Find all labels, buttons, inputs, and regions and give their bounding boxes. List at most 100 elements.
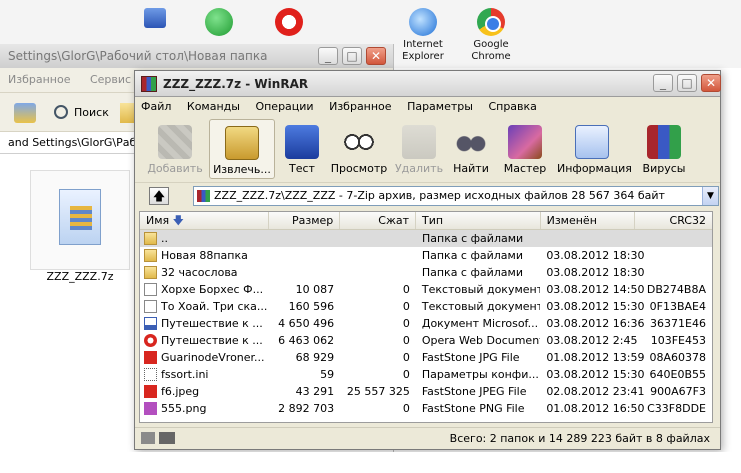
extract-button[interactable]: Извлечь...: [209, 119, 275, 179]
up-folder-button[interactable]: 🡅: [149, 187, 169, 205]
search-button[interactable]: Поиск: [52, 101, 109, 125]
desktop-icon-opera[interactable]: [252, 8, 326, 36]
winrar-window: ZZZ_ZZZ.7z - WinRAR _ □ ✕ Файл Команды О…: [134, 70, 721, 450]
cell-type: Текстовый документ: [421, 300, 541, 313]
extract-icon: [225, 126, 259, 160]
table-row[interactable]: Путешествие к ... 6 463 062 0 Opera Web Doc…: [140, 332, 712, 349]
tool-label: Добавить: [147, 162, 203, 175]
close-button[interactable]: ✕: [366, 47, 386, 65]
close-button[interactable]: ✕: [701, 74, 721, 92]
info-button[interactable]: Информация: [557, 119, 632, 179]
cell-packed: 0: [402, 351, 410, 364]
menu-item-commands[interactable]: Команды: [187, 97, 240, 117]
wizard-button[interactable]: Мастер: [503, 119, 547, 179]
tool-label: Найти: [453, 162, 489, 175]
test-button[interactable]: Тест: [279, 119, 325, 179]
cell-size: 43 291: [295, 385, 335, 398]
virus-scan-button[interactable]: Вирусы: [641, 119, 687, 179]
status-text: Всего: 2 папок и 14 289 223 байт в 8 фай…: [449, 432, 710, 445]
menu-item-options[interactable]: Параметры: [407, 97, 473, 117]
opera-file-icon: [144, 334, 157, 347]
ini-file-icon: [144, 368, 157, 381]
tool-label: Информация: [557, 162, 632, 175]
add-button[interactable]: Добавить: [145, 119, 205, 179]
cell-crc: DB274B8A: [646, 283, 706, 296]
tool-label: Мастер: [503, 162, 547, 175]
column-header-name[interactable]: Имя 🡇: [140, 212, 269, 229]
folders-icon[interactable]: [120, 103, 134, 123]
minimize-button[interactable]: _: [318, 47, 338, 65]
column-header-size[interactable]: Размер: [269, 212, 341, 229]
search-icon: [54, 105, 68, 119]
cell-modified: 03.08.2012 18:30: [546, 266, 645, 279]
desktop-icon-monitor[interactable]: [118, 8, 192, 28]
drive-key-icon[interactable]: [141, 432, 175, 444]
table-row[interactable]: То Хоай. Три ска... 160 596 0 Текстовый док…: [140, 298, 712, 315]
table-row[interactable]: f6.jpeg 43 291 25 557 325 FastStone JPEG Fi…: [140, 383, 712, 400]
cell-crc: 08A60378: [649, 351, 706, 364]
cell-modified: 03.08.2012 15:30: [546, 368, 645, 381]
tool-label: Извлечь...: [213, 163, 271, 176]
column-header-crc[interactable]: CRC32: [635, 212, 712, 229]
jpg-file-icon: [144, 351, 157, 364]
table-row[interactable]: Хорхе Борхес Ф... 10 087 0 Текстовый докуме…: [140, 281, 712, 298]
desktop-icon-network[interactable]: [182, 8, 256, 36]
cell-modified: 03.08.2012 14:50: [546, 283, 645, 296]
cell-packed: 0: [402, 334, 410, 347]
winrar-toolbar: Добавить Извлечь... Тест Просмотр Удалит…: [135, 117, 720, 183]
menu-item-file[interactable]: Файл: [141, 97, 171, 117]
delete-icon: [402, 125, 436, 159]
folder-icon: [144, 232, 157, 245]
table-row[interactable]: Новая 88папка Папка с файлами 03.08.2012 1…: [140, 247, 712, 264]
table-row[interactable]: Путешествие к ... 4 650 496 0 Документ Micr…: [140, 315, 712, 332]
cell-crc: 640E0B55: [649, 368, 707, 381]
cell-name-text: 32 часословa: [161, 266, 238, 279]
column-header-type[interactable]: Тип: [416, 212, 541, 229]
path-dropdown[interactable]: ZZZ_ZZZ.7z\ZZZ_ZZZ - 7-Zip архив, размер…: [193, 186, 719, 206]
cell-size: [269, 230, 341, 247]
cell-packed: 0: [402, 300, 410, 313]
menu-item-help[interactable]: Справка: [488, 97, 536, 117]
menu-item-favorites[interactable]: Избранное: [329, 97, 391, 117]
cell-name-text: fssort.ini: [161, 368, 209, 381]
cell-name-text: 555.png: [161, 402, 207, 415]
table-row[interactable]: GuarinodeVroner... 68 929 0 FastStone JPG F…: [140, 349, 712, 366]
delete-button[interactable]: Удалить: [393, 119, 445, 179]
tool-label: Вирусы: [642, 162, 686, 175]
cell-name-text: Путешествие к ...: [161, 334, 263, 347]
view-button[interactable]: Просмотр: [329, 119, 389, 179]
file-list-header: Имя 🡇 Размер Сжат Тип Изменён CRC32: [140, 212, 712, 230]
cell-crc: C33F8DDE: [647, 402, 706, 415]
desktop-icon-chrome[interactable]: Google Chrome: [454, 8, 528, 63]
cell-name-text: ..: [161, 232, 168, 245]
desktop-icon-ie[interactable]: Internet Explorer: [386, 8, 460, 63]
table-row[interactable]: 32 часословa Папка с файлами 03.08.2012 18…: [140, 264, 712, 281]
winrar-menu-bar: Файл Команды Операции Избранное Параметр…: [135, 97, 720, 117]
file-thumbnail[interactable]: [30, 170, 130, 270]
tool-label: Тест: [289, 162, 315, 175]
minimize-button[interactable]: _: [653, 74, 673, 92]
maximize-button[interactable]: □: [342, 47, 362, 65]
column-header-packed[interactable]: Сжат: [340, 212, 417, 229]
chrome-icon: [477, 8, 505, 36]
menu-item-operations[interactable]: Операции: [255, 97, 313, 117]
find-button[interactable]: Найти: [449, 119, 493, 179]
maximize-button[interactable]: □: [677, 74, 697, 92]
cell-packed: [340, 230, 416, 247]
cell-packed: 0: [402, 283, 410, 296]
word-file-icon: [144, 317, 157, 330]
back-icon[interactable]: [14, 103, 36, 123]
chevron-down-icon[interactable]: ▼: [702, 187, 718, 205]
cell-name-text: Новая 88папка: [161, 249, 248, 262]
table-row[interactable]: fssort.ini 59 0 Параметры конфи... 03.08.201…: [140, 366, 712, 383]
table-row[interactable]: 555.png 2 892 703 0 FastStone PNG File 01.08…: [140, 400, 712, 417]
menu-item-service[interactable]: Сервис: [90, 73, 131, 86]
folder-icon: [144, 249, 157, 262]
search-label: Поиск: [74, 106, 109, 119]
table-row[interactable]: .. Папка с файлами: [140, 230, 712, 247]
jpg-file-icon: [144, 385, 157, 398]
cell-modified: 01.08.2012 13:59: [546, 351, 645, 364]
menu-item-favorites[interactable]: Избранное: [8, 73, 70, 86]
column-header-modified[interactable]: Изменён: [541, 212, 636, 229]
add-icon: [158, 125, 192, 159]
